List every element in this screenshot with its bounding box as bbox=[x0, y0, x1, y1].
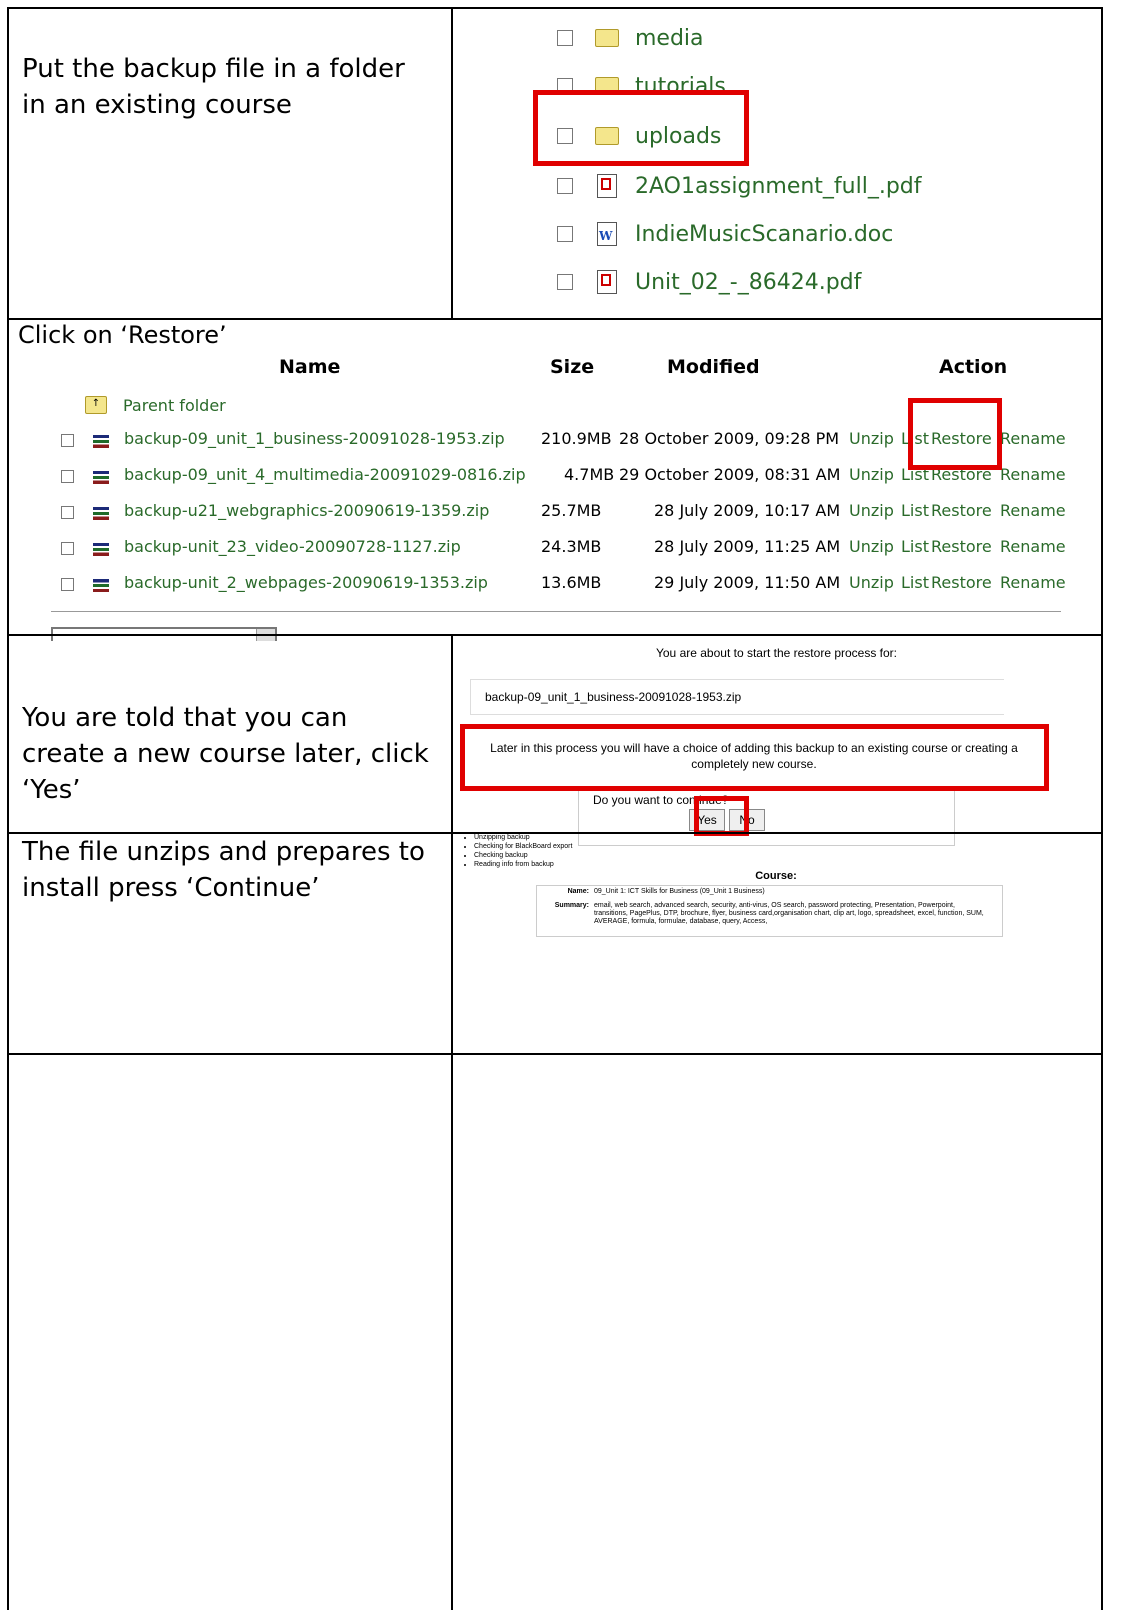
checkbox[interactable] bbox=[557, 178, 573, 194]
checkbox[interactable] bbox=[61, 470, 74, 483]
word-doc-icon: W bbox=[597, 222, 617, 246]
restore-filename-box: backup-09_unit_1_business-20091028-1953.… bbox=[470, 679, 1004, 715]
unzip-link[interactable]: Unzip bbox=[849, 573, 894, 592]
file-table: Name Size Modified Action ↑ Parent folde… bbox=[9, 320, 1101, 641]
checkbox[interactable] bbox=[557, 226, 573, 242]
pdf-icon bbox=[597, 174, 617, 198]
file-size: 24.3MB bbox=[541, 537, 602, 556]
header-action: Action bbox=[939, 356, 1008, 378]
file-size: 13.6MB bbox=[541, 573, 602, 592]
zip-archive-icon bbox=[93, 471, 109, 484]
restore-heading: You are about to start the restore proce… bbox=[655, 646, 898, 660]
column-divider bbox=[451, 9, 453, 320]
table-header: Name Size Modified Action bbox=[9, 356, 1101, 380]
file-name[interactable]: Unit_02_-_86424.pdf bbox=[635, 270, 861, 295]
zip-archive-icon bbox=[93, 435, 109, 448]
file-item-doc[interactable]: W IndieMusicScanario.doc bbox=[557, 217, 893, 251]
highlight-box-yes bbox=[694, 796, 749, 836]
restore-link[interactable]: Restore bbox=[931, 501, 992, 520]
file-item-pdf[interactable]: Unit_02_-_86424.pdf bbox=[557, 265, 861, 299]
zip-archive-icon bbox=[93, 579, 109, 592]
pdf-icon bbox=[597, 270, 617, 294]
highlight-box-uploads bbox=[533, 90, 749, 166]
highlight-box-restore bbox=[908, 398, 1002, 470]
file-name-link[interactable]: backup-unit_23_video-20090728-1127.zip bbox=[124, 537, 461, 556]
step-row-2: Click on ‘Restore’ Name Size Modified Ac… bbox=[7, 318, 1103, 641]
checkbox[interactable] bbox=[61, 506, 74, 519]
table-row: backup-u21_webgraphics-20090619-1359.zip… bbox=[61, 501, 1101, 525]
instruction-document: Put the backup file in a folder in an ex… bbox=[0, 0, 1131, 1610]
list-link[interactable]: List bbox=[901, 501, 929, 520]
file-name[interactable]: media bbox=[635, 26, 704, 51]
continue-panel bbox=[452, 1055, 1097, 1610]
file-item-pdf[interactable]: 2AO1assignment_full_.pdf bbox=[557, 169, 922, 203]
checkbox[interactable] bbox=[61, 434, 74, 447]
parent-folder-row[interactable]: ↑ Parent folder bbox=[85, 394, 226, 416]
folder-icon bbox=[595, 29, 619, 47]
restore-link[interactable]: Restore bbox=[931, 537, 992, 556]
list-link[interactable]: List bbox=[901, 573, 929, 592]
highlight-box-notice bbox=[460, 724, 1049, 791]
checkbox[interactable] bbox=[61, 542, 74, 555]
header-size: Size bbox=[550, 356, 595, 378]
file-modified: 28 July 2009, 11:25 AM bbox=[654, 537, 841, 556]
file-name[interactable]: IndieMusicScanario.doc bbox=[635, 222, 893, 247]
table-row: backup-unit_2_webpages-20090619-1353.zip… bbox=[61, 573, 1101, 597]
restore-link[interactable]: Restore bbox=[931, 573, 992, 592]
zip-archive-icon bbox=[93, 543, 109, 556]
step-row-3: You are told that you can create a new c… bbox=[7, 634, 1103, 846]
zip-archive-icon bbox=[93, 507, 109, 520]
header-modified: Modified bbox=[667, 356, 760, 378]
folder-listing: media tutorials uploads 2AO1assignment_f… bbox=[547, 21, 1077, 319]
unzip-link[interactable]: Unzip bbox=[849, 501, 894, 520]
backup-sections bbox=[452, 832, 1100, 1053]
rename-link[interactable]: Rename bbox=[1000, 573, 1066, 592]
file-modified: 29 July 2009, 11:50 AM bbox=[654, 573, 841, 592]
header-name: Name bbox=[279, 356, 341, 378]
file-name-link[interactable]: backup-09_unit_1_business-20091028-1953.… bbox=[124, 429, 505, 448]
table-row: backup-unit_23_video-20090728-1127.zip 2… bbox=[61, 537, 1101, 561]
column-divider bbox=[451, 636, 453, 834]
checkbox[interactable] bbox=[557, 274, 573, 290]
step-3-text: You are told that you can create a new c… bbox=[22, 703, 429, 805]
parent-folder-link[interactable]: Parent folder bbox=[123, 396, 226, 415]
table-divider bbox=[51, 611, 1061, 612]
step-row-1: Put the backup file in a folder in an ex… bbox=[7, 7, 1103, 320]
file-modified: 28 July 2009, 10:17 AM bbox=[654, 501, 841, 520]
step-1-text: Put the backup file in a folder in an ex… bbox=[22, 54, 405, 120]
rename-link[interactable]: Rename bbox=[1000, 537, 1066, 556]
file-name-link[interactable]: backup-unit_2_webpages-20090619-1353.zip bbox=[124, 573, 488, 592]
folder-item-media[interactable]: media bbox=[557, 21, 704, 55]
parent-folder-icon: ↑ bbox=[85, 396, 107, 414]
rename-link[interactable]: Rename bbox=[1000, 501, 1066, 520]
rename-link[interactable]: Rename bbox=[1000, 465, 1066, 484]
checkbox[interactable] bbox=[557, 30, 573, 46]
unzip-link[interactable]: Unzip bbox=[849, 429, 894, 448]
rename-link[interactable]: Rename bbox=[1000, 429, 1066, 448]
unzip-link[interactable]: Unzip bbox=[849, 537, 894, 556]
file-name[interactable]: 2AO1assignment_full_.pdf bbox=[635, 174, 922, 199]
list-link[interactable]: List bbox=[901, 537, 929, 556]
file-size: 210.9MB bbox=[541, 429, 612, 448]
unzip-link[interactable]: Unzip bbox=[849, 465, 894, 484]
file-size: 4.7MB bbox=[564, 465, 615, 484]
file-name-link[interactable]: backup-u21_webgraphics-20090619-1359.zip bbox=[124, 501, 489, 520]
file-modified: 28 October 2009, 09:28 PM bbox=[619, 429, 840, 448]
step-4-text: The file unzips and prepares to install … bbox=[22, 837, 425, 903]
file-size: 25.7MB bbox=[541, 501, 602, 520]
file-modified: 29 October 2009, 08:31 AM bbox=[619, 465, 841, 484]
file-name-link[interactable]: backup-09_unit_4_multimedia-20091029-081… bbox=[124, 465, 526, 484]
restore-filename: backup-09_unit_1_business-20091028-1953.… bbox=[485, 690, 742, 704]
checkbox[interactable] bbox=[61, 578, 74, 591]
